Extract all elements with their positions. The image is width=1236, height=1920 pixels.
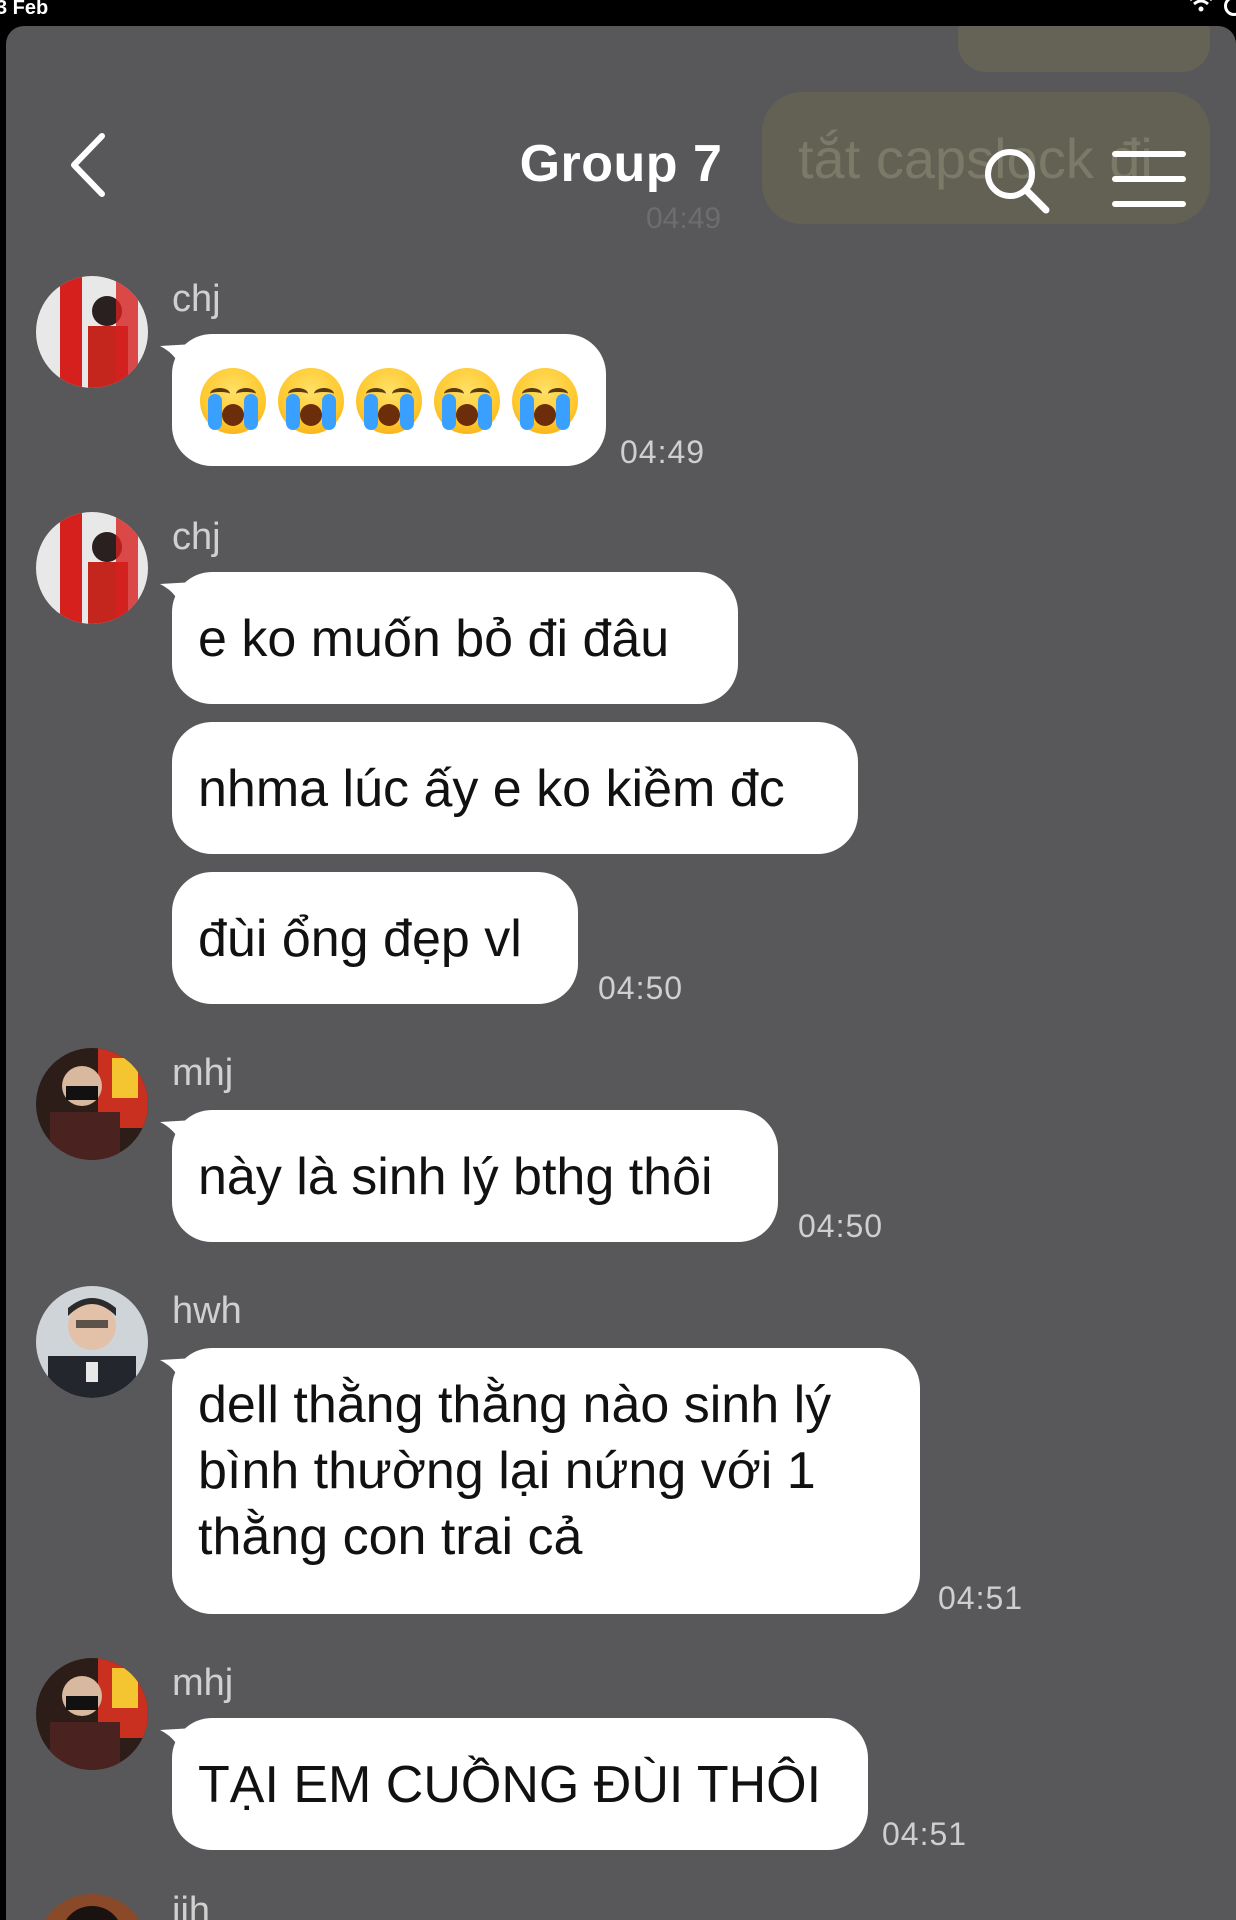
message-bubble[interactable]: nhma lúc ấy e ko kiềm đc <box>172 722 858 854</box>
background-bubble <box>958 26 1210 72</box>
message-bubble[interactable]: TẠI EM CUỒNG ĐÙI THÔI <box>172 1718 868 1850</box>
avatar[interactable] <box>36 1658 148 1770</box>
loudly-crying-face-icon <box>512 368 578 434</box>
chat-screen[interactable]: tắt capslock đi 04:49 Group 7 chj 04:49 … <box>6 26 1236 1920</box>
avatar[interactable] <box>36 276 148 388</box>
avatar-image <box>36 1894 148 1920</box>
emoji-row <box>200 368 578 434</box>
message-bubble[interactable]: e ko muốn bỏ đi đâu <box>172 572 738 704</box>
avatar[interactable] <box>36 1894 148 1920</box>
message-bubble[interactable]: dell thằng thằng nào sinh lý bình thường… <box>172 1348 920 1614</box>
background-message-time: 04:49 <box>646 202 722 235</box>
wifi-icon <box>1190 0 1212 12</box>
menu-icon[interactable] <box>1112 148 1186 210</box>
message-time: 04:50 <box>598 970 684 1006</box>
loudly-crying-face-icon <box>278 368 344 434</box>
sender-name: hwh <box>172 1290 242 1332</box>
message-bubble[interactable] <box>172 334 606 466</box>
loudly-crying-face-icon <box>356 368 422 434</box>
message-time: 04:49 <box>620 434 706 470</box>
status-date: 3 Feb <box>0 0 49 19</box>
search-icon[interactable] <box>980 144 1052 216</box>
avatar[interactable] <box>36 512 148 624</box>
sender-name: jjh <box>172 1890 211 1920</box>
message-bubble[interactable]: này là sinh lý bthg thôi <box>172 1110 778 1242</box>
sender-name: mhj <box>172 1662 234 1704</box>
avatar-image <box>36 512 148 624</box>
avatar-image <box>36 1048 148 1160</box>
avatar[interactable] <box>36 1286 148 1398</box>
avatar-image <box>36 1286 148 1398</box>
avatar[interactable] <box>36 1048 148 1160</box>
sender-name: mhj <box>172 1052 234 1094</box>
sender-name: chj <box>172 516 221 558</box>
battery-icon <box>1224 0 1236 16</box>
sender-name: chj <box>172 278 221 320</box>
message-time: 04:51 <box>938 1580 1024 1616</box>
message-time: 04:51 <box>882 1816 968 1852</box>
message-bubble[interactable]: đùi ổng đẹp vl <box>172 872 578 1004</box>
message-time: 04:50 <box>798 1208 884 1244</box>
status-bar: 3 Feb <box>0 0 1236 26</box>
loudly-crying-face-icon <box>434 368 500 434</box>
loudly-crying-face-icon <box>200 368 266 434</box>
avatar-image <box>36 276 148 388</box>
avatar-image <box>36 1658 148 1770</box>
